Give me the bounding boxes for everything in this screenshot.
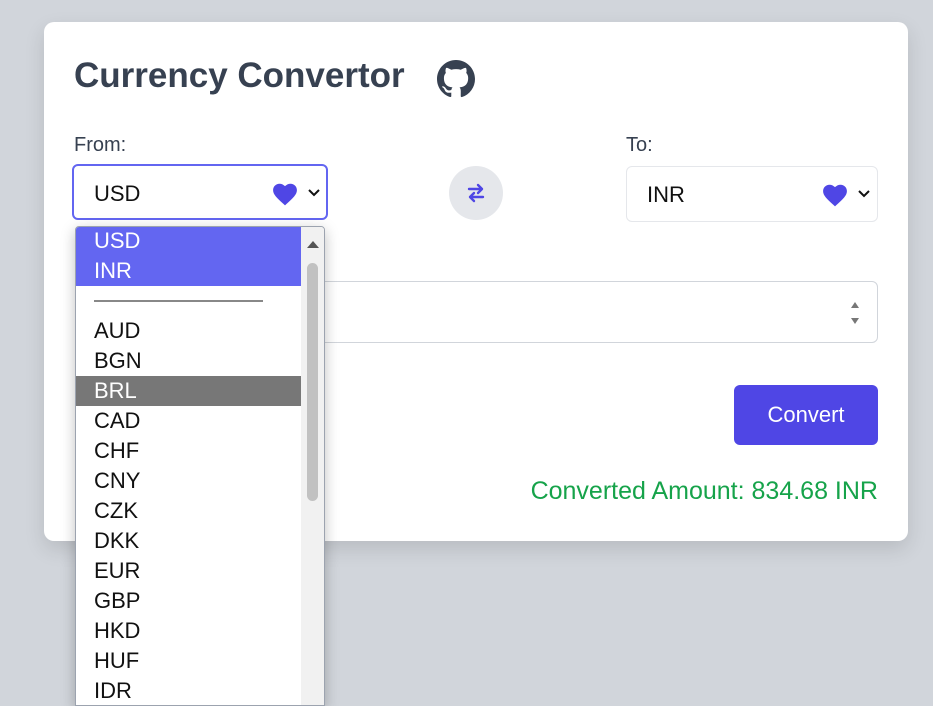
scroll-up-icon[interactable] xyxy=(306,239,320,249)
dropdown-option[interactable]: IDR xyxy=(76,676,303,705)
dropdown-option[interactable]: GBP xyxy=(76,586,303,616)
heart-icon[interactable] xyxy=(272,182,298,206)
chevron-down-icon xyxy=(858,190,870,198)
to-currency-select[interactable]: INR xyxy=(626,166,878,222)
dropdown-option[interactable]: HKD xyxy=(76,616,303,646)
dropdown-option[interactable]: CNY xyxy=(76,466,303,496)
dropdown-option[interactable]: DKK xyxy=(76,526,303,556)
github-icon[interactable] xyxy=(437,60,475,98)
dropdown-option[interactable]: CHF xyxy=(76,436,303,466)
converted-amount: Converted Amount: 834.68 INR xyxy=(530,477,878,505)
scroll-thumb[interactable] xyxy=(307,263,318,501)
dropdown-option[interactable]: HUF xyxy=(76,646,303,676)
dropdown-option[interactable]: BRL xyxy=(76,376,303,406)
amount-input[interactable] xyxy=(300,281,878,343)
chevron-down-icon xyxy=(308,189,320,197)
option-list: USD INR AUD BGN BRL CAD CHF CNY CZK DKK EUR GBP HKD H… xyxy=(76,227,303,705)
from-label: From: xyxy=(74,134,127,156)
page-title: Currency Convertor xyxy=(74,56,405,95)
dropdown-option[interactable]: CZK xyxy=(76,496,303,526)
dropdown-option[interactable]: AUD xyxy=(76,316,303,346)
from-currency-value: USD xyxy=(94,181,141,206)
number-spinner-icon[interactable] xyxy=(849,299,861,327)
dropdown-option-favorite[interactable]: INR xyxy=(76,256,303,286)
dropdown-option-favorite[interactable]: USD xyxy=(76,227,303,256)
to-currency-value: INR xyxy=(647,182,685,207)
convert-button[interactable]: Convert xyxy=(734,385,878,445)
currency-dropdown-list[interactable]: USD INR AUD BGN BRL CAD CHF CNY CZK DKK EUR GBP HKD H… xyxy=(75,226,325,706)
dropdown-option[interactable]: BGN xyxy=(76,346,303,376)
heart-icon[interactable] xyxy=(822,183,848,207)
swap-button[interactable] xyxy=(449,166,503,220)
from-currency-select[interactable]: USD xyxy=(72,164,328,220)
to-label: To: xyxy=(626,134,653,156)
dropdown-separator xyxy=(76,286,303,316)
dropdown-option[interactable]: CAD xyxy=(76,406,303,436)
scrollbar[interactable] xyxy=(301,227,324,705)
swap-arrows-icon xyxy=(467,183,485,203)
dropdown-option[interactable]: EUR xyxy=(76,556,303,586)
